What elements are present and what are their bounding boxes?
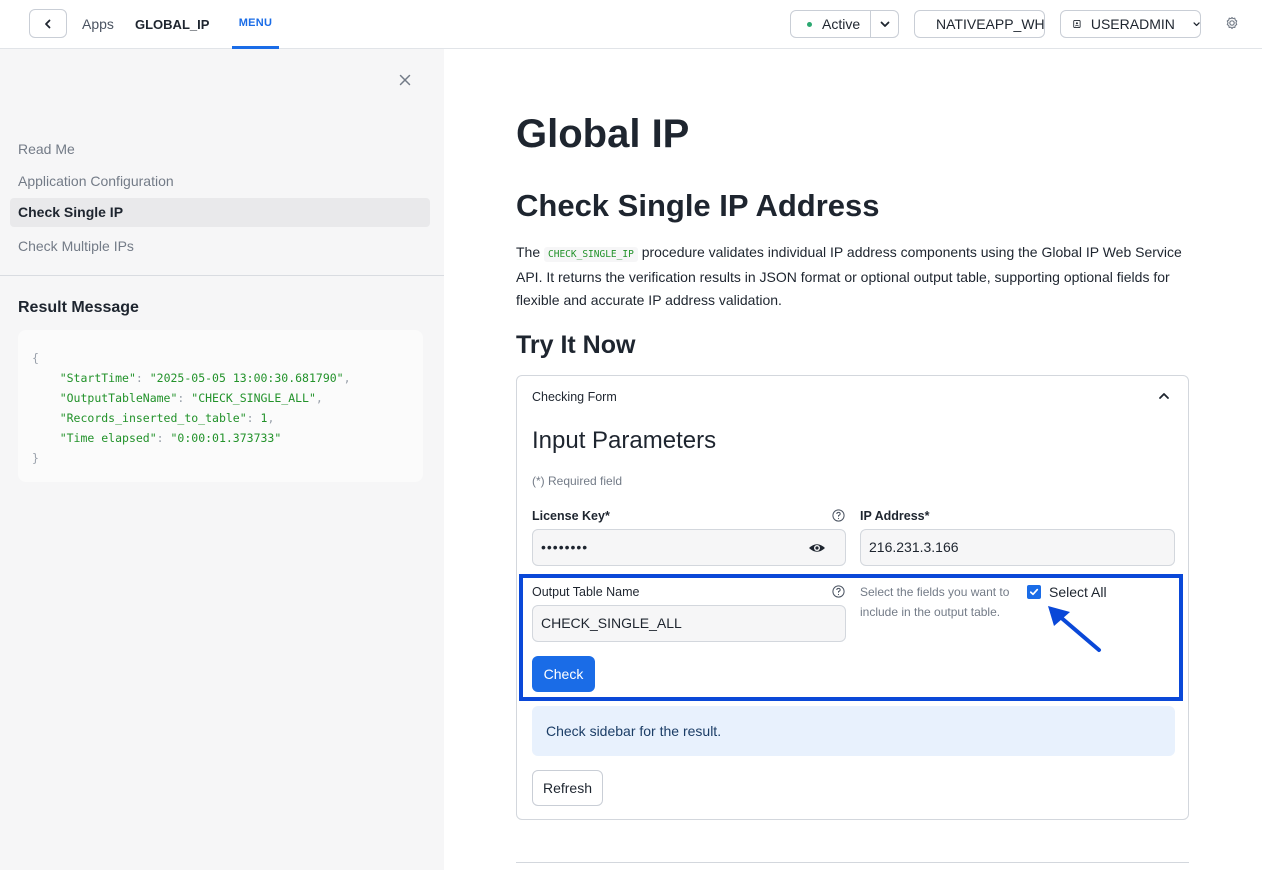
sidebar-item-check-single-ip[interactable]: Check Single IP [10,198,430,227]
refresh-button[interactable]: Refresh [532,770,603,806]
help-icon[interactable] [832,509,845,522]
json-key: "Time elapsed" [59,431,157,445]
status-dropdown-button[interactable] [871,11,898,37]
result-json: { "StartTime": "2025-05-05 13:00:30.6817… [18,330,423,482]
page-title: Global IP [516,112,690,156]
sidebar-item-check-multiple-ips[interactable]: Check Multiple IPs [10,232,430,261]
top-bar: Apps GLOBAL_IP MENU Active NATIVEAPP_WH … [0,0,1262,49]
warehouse-label: NATIVEAPP_WH [936,16,1045,32]
chevron-down-icon [1193,22,1200,27]
json-close: } [32,451,39,465]
chevron-left-icon [45,19,51,28]
checkmark-icon [1029,588,1039,596]
tab-menu[interactable]: MENU [232,0,279,49]
section-description: The CHECK_SINGLE_IP procedure validates … [516,241,1196,312]
eye-icon[interactable] [808,539,826,557]
warehouse-selector[interactable]: NATIVEAPP_WH [914,10,1045,38]
sidebar-divider [0,275,444,276]
back-button[interactable] [29,9,67,38]
app-name: GLOBAL_IP [135,17,210,32]
desc-pre: The [516,244,545,260]
ip-address-input[interactable]: 216.231.3.166 [860,529,1175,566]
procedure-name: CHECK_SINGLE_IP [544,247,638,262]
json-value: "CHECK_SINGLE_ALL" [191,391,316,405]
check-button[interactable]: Check [532,656,595,692]
json-value: 1 [260,411,268,425]
output-table-label: Output Table Name [532,585,640,599]
form-header[interactable]: Checking Form [532,390,617,404]
json-open: { [32,351,39,365]
result-message-title: Result Message [18,299,139,316]
json-key: "OutputTableName" [59,391,178,405]
output-table-input[interactable]: CHECK_SINGLE_ALL [532,605,846,642]
help-icon[interactable] [832,585,845,598]
status-label: Active [822,16,861,32]
ip-address-label: IP Address* [860,509,930,523]
json-value: "2025-05-05 13:00:30.681790" [149,371,344,385]
user-menu[interactable]: USERADMIN [1060,10,1201,38]
badge-icon [1073,20,1081,28]
select-all-label[interactable]: Select All [1049,584,1107,600]
info-message: Check sidebar for the result. [532,706,1175,756]
sidebar-item-read-me[interactable]: Read Me [10,135,430,164]
section-title: Check Single IP Address [516,188,880,223]
section-divider [516,862,1189,863]
gear-icon[interactable] [1224,15,1240,31]
checking-form-card: Checking Form Input Parameters (*) Requi… [516,375,1189,820]
license-key-input[interactable]: •••••••• [532,529,846,566]
required-note: (*) Required field [532,474,623,488]
apps-link[interactable]: Apps [82,16,114,32]
select-all-checkbox[interactable] [1027,585,1041,599]
try-it-now-title: Try It Now [516,331,636,359]
json-value: "0:00:01.373733" [170,431,282,445]
json-key: "Records_inserted_to_table" [59,411,247,425]
input-parameters-title: Input Parameters [532,427,717,454]
json-key: "StartTime" [59,371,136,385]
status-dot-icon [807,21,812,27]
chevron-down-icon [880,21,890,27]
chevron-up-icon[interactable] [1157,389,1171,403]
arrow-annotation-icon [1048,606,1101,652]
sidebar: Read Me Application Configuration Check … [0,49,444,870]
fields-helper-text: Select the fields you want to include in… [860,585,1010,619]
close-icon[interactable] [397,72,413,88]
license-key-label: License Key* [532,509,610,523]
status-selector[interactable]: Active [790,10,899,38]
sidebar-item-application-configuration[interactable]: Application Configuration [10,167,430,196]
user-label: USERADMIN [1090,16,1175,32]
